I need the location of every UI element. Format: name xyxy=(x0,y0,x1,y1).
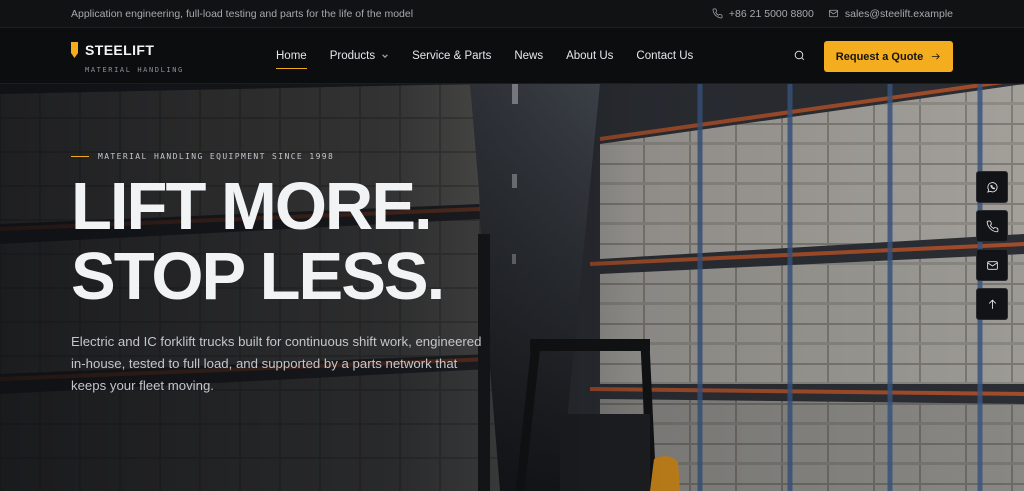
hero-eyebrow-text: MATERIAL HANDLING EQUIPMENT SINCE 1998 xyxy=(98,152,335,161)
hero-eyebrow: MATERIAL HANDLING EQUIPMENT SINCE 1998 xyxy=(71,152,334,161)
nav-home[interactable]: Home xyxy=(276,50,307,69)
hero-headline: LIFT MORE. STOP LESS. xyxy=(71,172,631,312)
nav-service-parts-label: Service & Parts xyxy=(412,50,492,62)
phone-icon xyxy=(712,8,723,19)
eyebrow-accent-line xyxy=(71,155,89,158)
nav-contact-us-label: Contact Us xyxy=(636,50,694,62)
arrow-right-icon xyxy=(932,53,940,60)
back-to-top-button[interactable] xyxy=(976,288,1008,320)
top-email-link[interactable]: sales@steelift.example xyxy=(828,8,953,20)
request-quote-button[interactable]: Request a Quote xyxy=(824,41,953,72)
email-button[interactable] xyxy=(976,249,1008,281)
nav-products[interactable]: Products xyxy=(330,50,389,62)
hero-section: MATERIAL HANDLING EQUIPMENT SINCE 1998 L… xyxy=(0,84,1024,491)
chevron-down-icon xyxy=(382,54,388,59)
top-email-text: sales@steelift.example xyxy=(844,7,953,20)
search-button[interactable] xyxy=(793,49,809,65)
nav-home-label: Home xyxy=(276,50,307,62)
call-button[interactable] xyxy=(976,210,1008,242)
hero-description: Electric and IC forklift trucks built fo… xyxy=(71,334,482,393)
shield-logo-icon xyxy=(71,42,78,58)
search-icon xyxy=(794,50,805,61)
primary-nav: Home Products Service & Parts News About… xyxy=(276,28,693,84)
top-contacts: +86 21 5000 8800 sales@steelift.example xyxy=(712,8,953,20)
nav-about-us-label: About Us xyxy=(566,50,614,62)
mail-icon xyxy=(828,9,838,18)
whatsapp-icon xyxy=(986,181,998,193)
top-tagline: Application engineering, full-load testi… xyxy=(71,7,414,20)
whatsapp-button[interactable] xyxy=(976,171,1008,203)
brand-tagline: MATERIAL HANDLING xyxy=(85,66,184,74)
nav-about-us[interactable]: About Us xyxy=(566,50,613,62)
arrow-up-icon xyxy=(988,299,996,309)
top-info-bar: Application engineering, full-load testi… xyxy=(0,0,1024,28)
floating-side-actions xyxy=(976,171,1008,320)
brand-name: STEELIFT xyxy=(85,42,155,58)
nav-contact-us[interactable]: Contact Us xyxy=(636,50,693,62)
hero-headline-line2: STOP LESS. xyxy=(71,239,445,314)
nav-news[interactable]: News xyxy=(514,50,543,62)
main-navbar: STEELIFT MATERIAL HANDLING Home Products… xyxy=(0,28,1024,84)
top-phone-link[interactable]: +86 21 5000 8800 xyxy=(712,8,814,20)
nav-products-label: Products xyxy=(329,50,376,62)
top-phone-text: +86 21 5000 8800 xyxy=(728,7,814,20)
hero-headline-line1: LIFT MORE. xyxy=(71,169,433,244)
request-quote-label: Request a Quote xyxy=(835,50,924,63)
nav-service-parts[interactable]: Service & Parts xyxy=(412,50,491,62)
mail-icon xyxy=(986,260,998,270)
nav-news-label: News xyxy=(514,50,544,62)
phone-icon xyxy=(986,220,998,232)
